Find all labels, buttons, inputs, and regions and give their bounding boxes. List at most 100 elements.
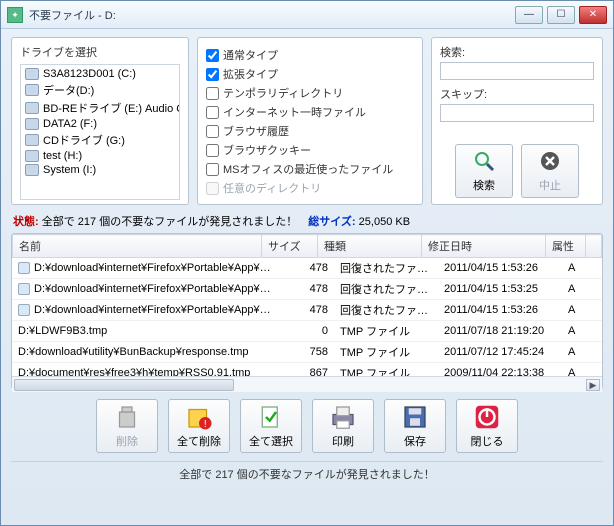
delete-all-icon: ! (184, 404, 214, 430)
option-checkbox[interactable] (206, 87, 219, 100)
file-icon (18, 262, 30, 274)
col-type[interactable]: 種類 (318, 235, 422, 258)
grid-body[interactable]: D:¥download¥internet¥Firefox¥Portable¥Ap… (12, 258, 602, 376)
maximize-button[interactable]: ☐ (547, 6, 575, 24)
drive-icon (25, 102, 39, 114)
col-size[interactable]: サイズ (262, 235, 318, 258)
drive-label: DATA2 (F:) (43, 118, 97, 130)
size-value: 25,050 KB (359, 216, 410, 228)
col-name[interactable]: 名前 (13, 235, 262, 258)
file-grid: 名前 サイズ 種類 修正日時 属性 D:¥download¥internet¥F… (11, 233, 603, 389)
option-label: 任意のディレクトリ (223, 180, 321, 196)
option-item[interactable]: ブラウザ履歴 (206, 123, 414, 139)
file-name: D:¥download¥internet¥Firefox¥Portable¥Ap… (34, 283, 278, 295)
file-name: D:¥LDWF9B3.tmp (18, 325, 107, 337)
file-name: D:¥download¥internet¥Firefox¥Portable¥Ap… (34, 304, 278, 316)
option-label: ブラウザ履歴 (223, 123, 289, 139)
options-panel: 通常タイプ拡張タイプテンポラリディレクトリインターネット一時ファイルブラウザ履歴… (197, 37, 423, 205)
skip-label: スキップ: (440, 86, 594, 102)
file-name: D:¥download¥internet¥Firefox¥Portable¥Ap… (34, 262, 278, 274)
option-checkbox[interactable] (206, 49, 219, 62)
option-item[interactable]: 拡張タイプ (206, 66, 414, 82)
drive-icon (25, 164, 39, 176)
cancel-icon (536, 149, 564, 173)
drive-item[interactable]: System (I:) (23, 163, 177, 177)
option-checkbox[interactable] (206, 125, 219, 138)
cancel-button[interactable]: 中止 (521, 144, 579, 198)
drive-icon (25, 68, 39, 80)
col-attr[interactable]: 属性 (546, 235, 586, 258)
drive-item[interactable]: BD-REドライブ (E:) Audio CD (23, 99, 177, 117)
col-scroll (586, 235, 602, 258)
search-input[interactable] (440, 62, 594, 80)
close-app-button[interactable]: 閉じる (456, 399, 518, 453)
minimize-button[interactable]: — (515, 6, 543, 24)
drive-list[interactable]: S3A8123D001 (C:)データ(D:)BD-REドライブ (E:) Au… (20, 64, 180, 200)
bottom-toolbar: 削除 ! 全て削除 全て選択 印刷 保存 閉じる (11, 399, 603, 453)
search-label: 検索: (440, 44, 594, 60)
file-icon (18, 304, 30, 316)
drive-icon (25, 84, 39, 96)
drive-panel: ドライブを選択 S3A8123D001 (C:)データ(D:)BD-REドライブ… (11, 37, 189, 205)
table-row[interactable]: D:¥download¥utility¥BunBackup¥response.t… (12, 342, 602, 363)
horizontal-scrollbar[interactable]: ▶ (12, 376, 602, 392)
scroll-right-arrow[interactable]: ▶ (586, 379, 600, 391)
table-row[interactable]: D:¥download¥internet¥Firefox¥Portable¥Ap… (12, 258, 602, 279)
scroll-thumb[interactable] (14, 379, 234, 391)
status-text: 全部で 217 個の不要なファイルが発見されました！ (42, 216, 297, 228)
drive-label: System (I:) (43, 164, 96, 176)
select-all-button[interactable]: 全て選択 (240, 399, 302, 453)
select-all-icon (256, 404, 286, 430)
drive-label: CDドライブ (G:) (43, 132, 125, 148)
search-button-label: 検索 (473, 177, 495, 193)
drive-icon (25, 118, 39, 130)
option-item[interactable]: テンポラリディレクトリ (206, 85, 414, 101)
drive-item[interactable]: DATA2 (F:) (23, 117, 177, 131)
drive-icon (25, 134, 39, 146)
drive-icon (25, 150, 39, 162)
close-button[interactable]: ✕ (579, 6, 607, 24)
app-window: ✦ 不要ファイル - D: — ☐ ✕ ドライブを選択 S3A8123D001 … (0, 0, 614, 526)
option-label: MSオフィスの最近使ったファイル (223, 161, 393, 177)
save-icon (400, 404, 430, 430)
search-button[interactable]: 検索 (455, 144, 513, 198)
option-checkbox[interactable] (206, 144, 219, 157)
col-date[interactable]: 修正日時 (422, 235, 546, 258)
option-item[interactable]: 通常タイプ (206, 47, 414, 63)
size-label: 総サイズ: (308, 216, 355, 228)
print-button[interactable]: 印刷 (312, 399, 374, 453)
option-checkbox[interactable] (206, 68, 219, 81)
option-checkbox[interactable] (206, 163, 219, 176)
table-row[interactable]: D:¥download¥internet¥Firefox¥Portable¥Ap… (12, 279, 602, 300)
window-title: 不要ファイル - D: (29, 7, 515, 23)
option-item: 任意のディレクトリ (206, 180, 414, 196)
drive-item[interactable]: CDドライブ (G:) (23, 131, 177, 149)
option-label: テンポラリディレクトリ (223, 85, 343, 101)
delete-button[interactable]: 削除 (96, 399, 158, 453)
power-icon (472, 404, 502, 430)
app-icon: ✦ (7, 7, 23, 23)
drive-label: test (H:) (43, 150, 82, 162)
option-checkbox[interactable] (206, 106, 219, 119)
drive-item[interactable]: test (H:) (23, 149, 177, 163)
table-row[interactable]: D:¥document¥res¥free3¥h¥temp¥RSS0.91.tmp… (12, 363, 602, 377)
table-row[interactable]: D:¥download¥internet¥Firefox¥Portable¥Ap… (12, 300, 602, 321)
table-row[interactable]: D:¥LDWF9B3.tmp0TMP ファイル2011/07/18 21:19:… (12, 321, 602, 342)
option-item[interactable]: インターネット一時ファイル (206, 104, 414, 120)
option-label: ブラウザクッキー (223, 142, 311, 158)
titlebar: ✦ 不要ファイル - D: — ☐ ✕ (1, 1, 613, 29)
option-label: 通常タイプ (223, 47, 278, 63)
delete-all-button[interactable]: ! 全て削除 (168, 399, 230, 453)
option-item[interactable]: MSオフィスの最近使ったファイル (206, 161, 414, 177)
save-button[interactable]: 保存 (384, 399, 446, 453)
option-item[interactable]: ブラウザクッキー (206, 142, 414, 158)
skip-input[interactable] (440, 104, 594, 122)
drive-item[interactable]: S3A8123D001 (C:) (23, 67, 177, 81)
footer-status: 全部で 217 個の不要なファイルが発見されました！ (11, 461, 603, 482)
search-panel: 検索: スキップ: 検索 中止 (431, 37, 603, 205)
file-icon (18, 283, 30, 295)
status-label: 状態: (13, 216, 39, 228)
print-icon (328, 404, 358, 430)
drive-label: データ(D:) (43, 82, 94, 98)
drive-item[interactable]: データ(D:) (23, 81, 177, 99)
